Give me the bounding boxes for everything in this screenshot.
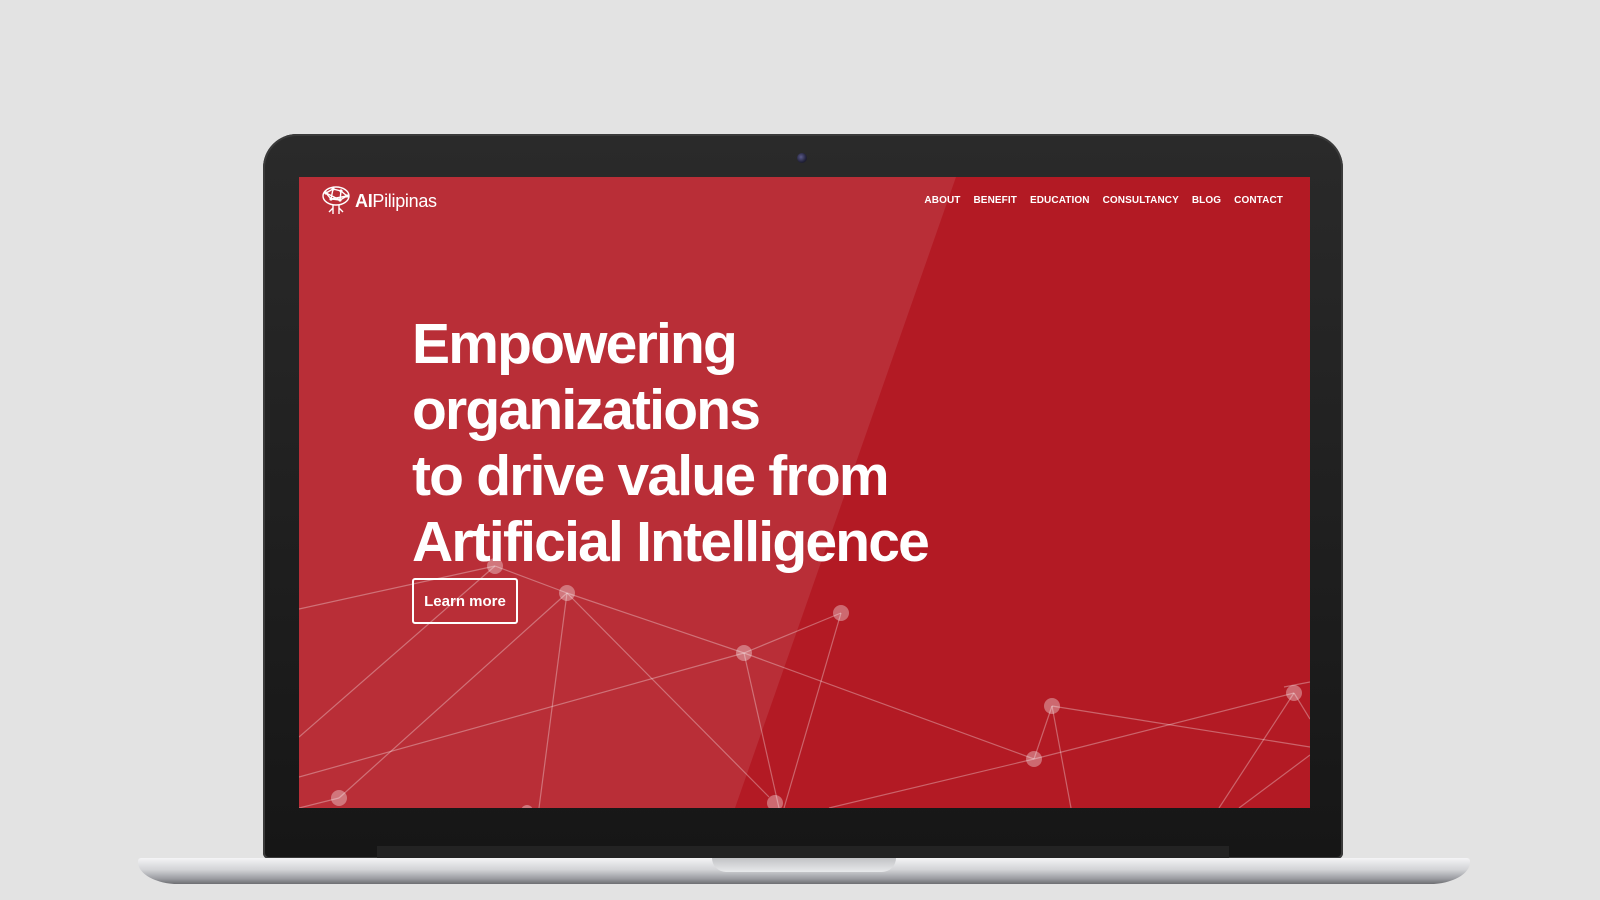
hero-line-2: organizations bbox=[412, 378, 761, 442]
laptop-hinge bbox=[377, 846, 1229, 858]
mockup-stage: AIPilipinas ABOUT BENEFIT EDUCATION CONS… bbox=[0, 0, 1600, 900]
tree-brain-icon bbox=[322, 186, 350, 214]
main-nav: ABOUT BENEFIT EDUCATION CONSULTANCY BLOG… bbox=[924, 195, 1283, 206]
hero-line-4: Artificial Intelligence bbox=[412, 510, 930, 574]
site-logo[interactable]: AIPilipinas bbox=[321, 185, 437, 217]
learn-more-button[interactable]: Learn more bbox=[412, 578, 518, 624]
logo-text: AIPilipinas bbox=[355, 191, 437, 212]
hero-section: Empowering organizations to drive value … bbox=[412, 311, 930, 575]
website-screen: AIPilipinas ABOUT BENEFIT EDUCATION CONS… bbox=[299, 177, 1310, 808]
webcam-icon bbox=[797, 153, 807, 163]
nav-blog[interactable]: BLOG bbox=[1192, 195, 1221, 206]
nav-about[interactable]: ABOUT bbox=[924, 195, 960, 206]
nav-benefit[interactable]: BENEFIT bbox=[973, 195, 1016, 206]
logo-text-light: Pilipinas bbox=[372, 190, 437, 211]
hero-line-1: Empowering bbox=[412, 312, 738, 376]
laptop-notch bbox=[712, 858, 896, 872]
logo-text-bold: AI bbox=[355, 190, 373, 211]
nav-contact[interactable]: CONTACT bbox=[1234, 195, 1283, 206]
nav-education[interactable]: EDUCATION bbox=[1030, 195, 1090, 206]
hero-line-3: to drive value from bbox=[412, 444, 890, 508]
hero-headline: Empowering organizations to drive value … bbox=[412, 311, 930, 575]
nav-consultancy[interactable]: CONSULTANCY bbox=[1103, 195, 1179, 206]
